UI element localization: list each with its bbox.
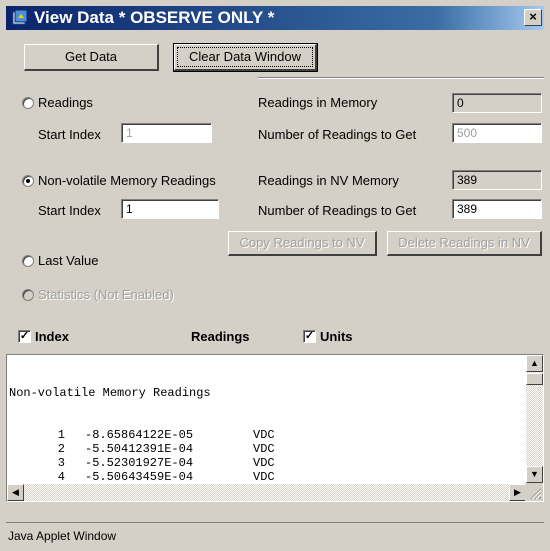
clear-data-window-button[interactable]: Clear Data Window	[173, 43, 318, 72]
scroll-right-arrow-icon[interactable]: ▶	[509, 484, 526, 501]
row-index: 3	[57, 456, 65, 470]
statistics-radio-label: Statistics (Not Enabled)	[38, 287, 174, 302]
title-bar[interactable]: View Data * OBSERVE ONLY * ×	[6, 6, 544, 30]
vertical-scroll-thumb[interactable]	[526, 373, 543, 385]
status-bar: Java Applet Window	[6, 522, 544, 546]
copy-readings-to-nv-button[interactable]: Copy Readings to NV	[228, 231, 377, 256]
index-checkbox[interactable]: ✓	[18, 330, 31, 343]
resize-grip-icon[interactable]	[525, 483, 543, 501]
row-unit: VDC	[253, 428, 275, 442]
row-unit: VDC	[253, 456, 275, 470]
last-value-radio[interactable]	[22, 255, 34, 267]
readings-radio-label: Readings	[38, 95, 93, 110]
data-text: Non-volatile Memory Readings 1 -8.6586412…	[9, 358, 514, 501]
row-unit: VDC	[253, 470, 275, 484]
statistics-radio[interactable]	[22, 289, 34, 301]
nv-start-index-label: Start Index	[38, 203, 101, 218]
close-button[interactable]: ×	[524, 9, 542, 26]
scroll-left-arrow-icon[interactable]: ◀	[7, 484, 24, 501]
readings-column-label: Readings	[191, 329, 250, 344]
data-row: 2 -5.50412391E-04 VDC	[9, 442, 514, 456]
data-row: 1 -8.65864122E-05 VDC	[9, 428, 514, 442]
delete-readings-in-nv-label: Delete Readings in NV	[398, 235, 530, 250]
check-mark-icon: ✓	[19, 330, 30, 342]
java-applet-icon	[12, 9, 28, 25]
row-index: 4	[57, 470, 65, 484]
row-value: -5.50412391E-04	[85, 442, 194, 456]
get-data-label: Get Data	[64, 49, 118, 64]
units-checkbox[interactable]: ✓	[303, 330, 316, 343]
close-icon: ×	[529, 9, 537, 24]
row-index: 2	[57, 442, 65, 456]
readings-to-get-label: Number of Readings to Get	[258, 127, 417, 142]
get-data-button[interactable]: Get Data	[24, 44, 159, 71]
scroll-up-arrow-icon[interactable]: ▲	[526, 355, 543, 372]
scroll-down-arrow-icon[interactable]: ▼	[526, 466, 543, 483]
nv-to-get-input[interactable]: 389	[452, 199, 542, 219]
readings-in-nv-memory-field: 389	[452, 170, 542, 190]
copy-readings-to-nv-label: Copy Readings to NV	[239, 235, 365, 250]
readings-in-memory-label: Readings in Memory	[258, 95, 378, 110]
row-value: -8.65864122E-05	[85, 428, 194, 442]
check-mark-icon: ✓	[304, 330, 315, 342]
nv-to-get-label: Number of Readings to Get	[258, 203, 417, 218]
row-value: -5.50643459E-04	[85, 470, 194, 484]
horizontal-scrollbar[interactable]: ◀ ▶	[7, 484, 526, 501]
readings-start-index-input[interactable]: 1	[121, 123, 212, 143]
last-value-radio-label: Last Value	[38, 253, 99, 268]
delete-readings-in-nv-button[interactable]: Delete Readings in NV	[387, 231, 542, 256]
index-column-label: Index	[35, 329, 69, 344]
nv-readings-radio[interactable]	[22, 175, 34, 187]
clear-data-window-label: Clear Data Window	[177, 47, 313, 67]
data-window-textarea[interactable]: Non-volatile Memory Readings 1 -8.6586412…	[6, 354, 544, 502]
data-row: 3 -5.52301927E-04 VDC	[9, 456, 514, 470]
row-unit: VDC	[253, 442, 275, 456]
readings-in-nv-memory-label: Readings in NV Memory	[258, 173, 399, 188]
readings-to-get-input[interactable]: 500	[452, 123, 542, 143]
row-value: -5.52301927E-04	[85, 456, 194, 470]
readings-in-memory-field: 0	[452, 93, 542, 113]
data-header: Non-volatile Memory Readings	[9, 386, 211, 400]
readings-start-index-label: Start Index	[38, 127, 101, 142]
window-title: View Data * OBSERVE ONLY *	[34, 8, 275, 27]
units-column-label: Units	[320, 329, 353, 344]
nv-readings-radio-label: Non-volatile Memory Readings	[38, 173, 216, 188]
nv-start-index-input[interactable]: 1	[121, 199, 219, 219]
vertical-scrollbar[interactable]: ▲ ▼	[526, 355, 543, 483]
status-text: Java Applet Window	[8, 529, 117, 543]
view-data-window: View Data * OBSERVE ONLY * × Get Data Cl…	[0, 0, 550, 551]
row-index: 1	[57, 428, 65, 442]
separator	[258, 77, 544, 79]
readings-radio[interactable]	[22, 97, 34, 109]
data-row: 4 -5.50643459E-04 VDC	[9, 470, 514, 484]
